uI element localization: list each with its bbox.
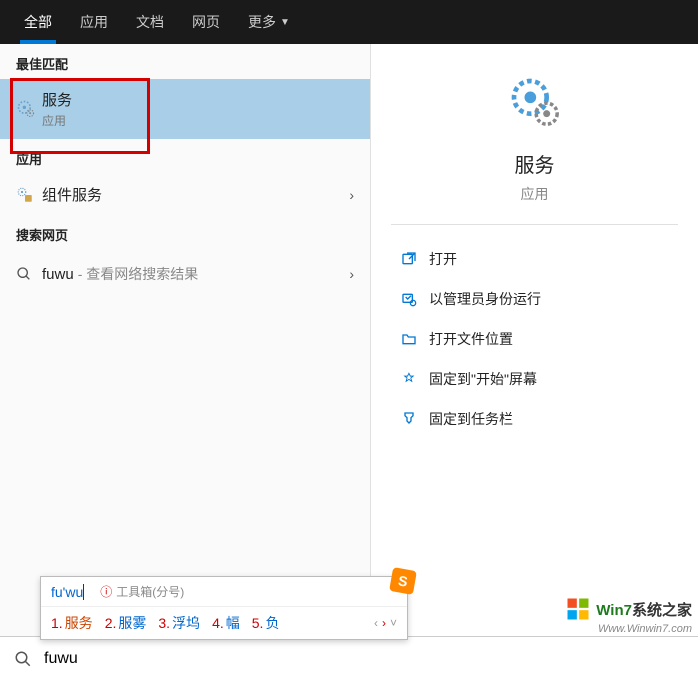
tab-apps-label: 应用 xyxy=(80,12,108,32)
tab-web[interactable]: 网页 xyxy=(178,0,234,44)
pin-start-icon xyxy=(401,371,429,387)
watermark-url: Www.Winwin7.com xyxy=(564,623,692,635)
tab-docs-label: 文档 xyxy=(136,12,164,32)
app-result-item[interactable]: 组件服务 › xyxy=(0,174,370,215)
ime-candidate[interactable]: 5.负 xyxy=(252,613,280,633)
section-apps: 应用 xyxy=(0,139,370,174)
tab-web-label: 网页 xyxy=(192,12,220,32)
ime-candidate-list: 1.服务 2.服雾 3.浮坞 4.幅 5.负 ‹ › ˅ xyxy=(41,607,407,639)
action-run-admin[interactable]: 以管理员身份运行 xyxy=(371,279,698,319)
action-run-admin-label: 以管理员身份运行 xyxy=(429,289,541,309)
best-match-subtitle: 应用 xyxy=(42,112,354,129)
chevron-right-icon: › xyxy=(349,266,354,282)
windows-logo-icon xyxy=(564,595,592,623)
section-best-match: 最佳匹配 xyxy=(0,44,370,79)
component-services-icon xyxy=(16,186,42,204)
action-pin-taskbar-label: 固定到任务栏 xyxy=(429,409,513,429)
search-bar xyxy=(0,636,698,681)
watermark: Win7系统之家 Www.Winwin7.com xyxy=(564,595,692,635)
ime-candidate[interactable]: 4.幅 xyxy=(212,613,240,633)
pin-taskbar-icon xyxy=(401,411,429,427)
action-pin-taskbar[interactable]: 固定到任务栏 xyxy=(371,399,698,439)
ime-candidate[interactable]: 1.服务 xyxy=(51,613,93,633)
ime-info-icon: ⓘ xyxy=(100,583,112,600)
detail-panel: 服务 应用 打开 以管理员身份运行 打开文件位置 固定到"开始"屏幕 xyxy=(370,44,698,636)
results-panel: 最佳匹配 服务 应用 应用 组件服务 › 搜索网页 fuwu xyxy=(0,44,370,636)
services-icon xyxy=(16,99,42,119)
services-large-icon xyxy=(507,74,563,130)
tab-more[interactable]: 更多 ▼ xyxy=(234,0,304,44)
action-list: 打开 以管理员身份运行 打开文件位置 固定到"开始"屏幕 固定到任务栏 xyxy=(371,225,698,453)
watermark-title: Win7系统之家 xyxy=(596,599,692,620)
ime-cursor xyxy=(83,584,84,600)
search-icon xyxy=(14,650,32,668)
search-icon xyxy=(16,266,42,282)
ime-composition: fu'wu xyxy=(51,584,83,600)
open-icon xyxy=(401,251,429,267)
tab-more-label: 更多 xyxy=(248,12,276,32)
chevron-down-icon: ▼ xyxy=(280,17,290,28)
action-open[interactable]: 打开 xyxy=(371,239,698,279)
tab-docs[interactable]: 文档 xyxy=(122,0,178,44)
ime-expand-icon[interactable]: ˅ xyxy=(390,616,397,630)
detail-title: 服务 xyxy=(371,149,698,178)
ime-candidate[interactable]: 3.浮坞 xyxy=(158,613,200,633)
action-open-location[interactable]: 打开文件位置 xyxy=(371,319,698,359)
web-hint: - 查看网络搜索结果 xyxy=(78,264,199,284)
action-pin-start[interactable]: 固定到"开始"屏幕 xyxy=(371,359,698,399)
web-query: fuwu xyxy=(42,266,74,283)
section-web: 搜索网页 xyxy=(0,215,370,250)
folder-icon xyxy=(401,331,429,347)
best-match-item[interactable]: 服务 应用 xyxy=(0,79,370,139)
tab-apps[interactable]: 应用 xyxy=(66,0,122,44)
ime-candidate[interactable]: 2.服雾 xyxy=(105,613,147,633)
app-item-title: 组件服务 xyxy=(42,184,349,205)
tab-all[interactable]: 全部 xyxy=(10,0,66,44)
action-pin-start-label: 固定到"开始"屏幕 xyxy=(429,369,537,389)
ime-candidate-window: S fu'wu ⓘ 工具箱(分号) 1.服务 2.服雾 3.浮坞 4.幅 5.负… xyxy=(40,576,408,640)
ime-next-icon[interactable]: › xyxy=(382,616,386,630)
admin-icon xyxy=(401,291,429,307)
tab-all-label: 全部 xyxy=(24,12,52,32)
action-open-label: 打开 xyxy=(429,249,457,269)
detail-subtitle: 应用 xyxy=(371,184,698,204)
action-open-location-label: 打开文件位置 xyxy=(429,329,513,349)
chevron-right-icon: › xyxy=(349,187,354,203)
ime-prev-icon[interactable]: ‹ xyxy=(374,616,378,630)
search-filter-tabs: 全部 应用 文档 网页 更多 ▼ xyxy=(0,0,698,44)
ime-toolbox-label: 工具箱(分号) xyxy=(116,583,184,600)
sogou-logo-icon: S xyxy=(389,567,417,595)
search-input[interactable] xyxy=(44,650,684,668)
best-match-title: 服务 xyxy=(42,89,354,110)
web-search-item[interactable]: fuwu - 查看网络搜索结果 › xyxy=(0,250,370,298)
